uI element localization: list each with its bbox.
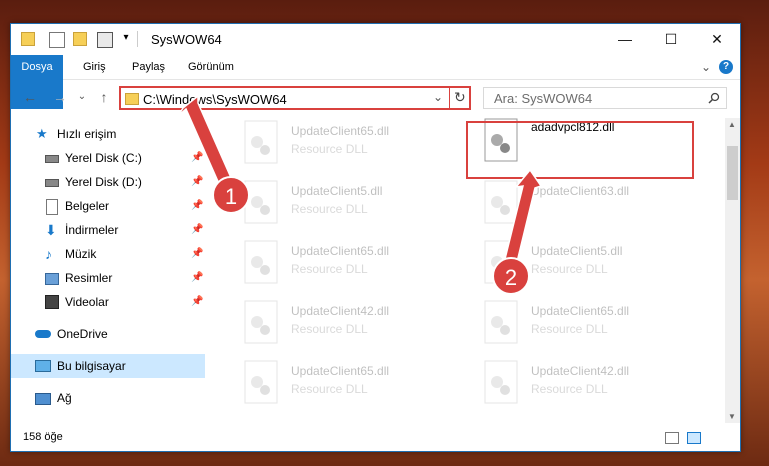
callout-1: 1 xyxy=(212,176,250,214)
annotation-arrows xyxy=(177,94,543,263)
callout-2: 2 xyxy=(492,257,530,295)
arrow-2 xyxy=(504,168,543,263)
arrow-1 xyxy=(177,94,233,188)
